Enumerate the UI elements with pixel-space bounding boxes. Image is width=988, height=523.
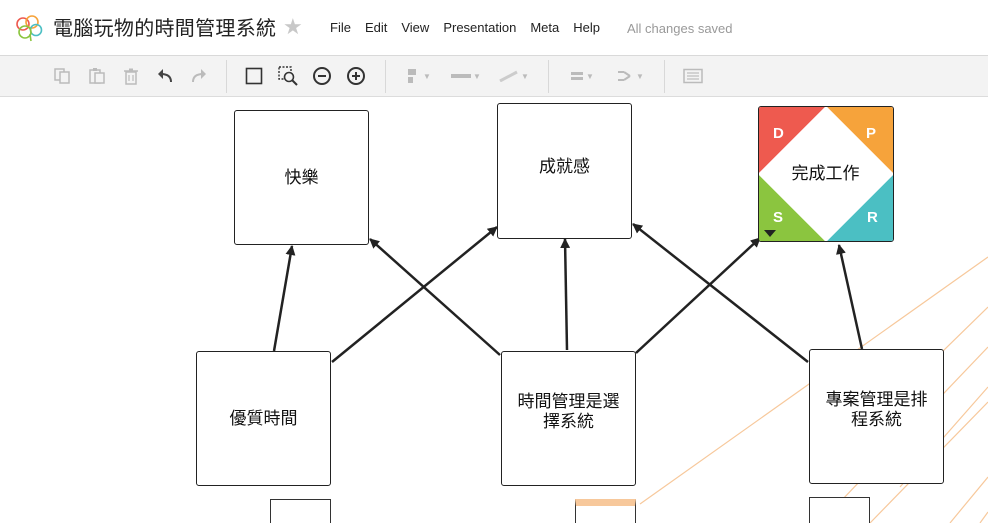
node-complete-work-label: 完成工作 [791,164,860,184]
arrow-choice-to-happiness [369,238,501,356]
layout-icon[interactable]: ▼ [612,64,648,88]
node-partial-center[interactable] [575,499,636,523]
brain-logo-icon[interactable] [14,14,44,42]
star-icon[interactable]: ★ [283,15,303,39]
toolbar: ▼ ▼ ▼ ▼ ▼ [0,56,988,97]
menu-bar: File Edit View Presentation Meta Help [330,19,614,37]
toolbar-divider [226,60,227,93]
arrow-quality-to-achievement [331,226,498,363]
arrow-quality-to-happiness [272,245,296,352]
mindmap-canvas[interactable]: 快樂 成就感 D P S R 完成工作 優質時間 時間管理是選擇系統 專案管理是… [0,97,988,523]
save-status: All changes saved [627,21,733,36]
dpsr-letter-p: P [866,125,877,142]
menu-file[interactable]: File [330,19,351,37]
toolbar-divider [385,60,386,93]
line-color-icon[interactable]: ▼ [496,64,532,88]
select-box-icon[interactable] [242,64,266,88]
menu-meta[interactable]: Meta [530,19,559,37]
node-style-icon[interactable]: ▼ [402,64,436,88]
toolbar-divider [548,60,549,93]
node-achievement[interactable]: 成就感 [497,103,632,239]
line-style-icon[interactable]: ▼ [448,64,484,88]
arrow-project-to-complete [836,244,864,350]
delete-icon[interactable] [119,64,143,88]
node-time-mgmt-choice[interactable]: 時間管理是選擇系統 [501,351,636,486]
menu-edit[interactable]: Edit [365,19,387,37]
zoom-fit-icon[interactable] [276,64,300,88]
dpsr-letter-s: S [773,209,784,226]
redo-icon[interactable] [187,64,211,88]
menu-presentation[interactable]: Presentation [443,19,516,37]
node-project-mgmt[interactable]: 專案管理是排程系統 [809,349,944,484]
node-partial-left[interactable] [270,499,331,523]
menu-view[interactable]: View [401,19,429,37]
app-window: 電腦玩物的時間管理系統 ★ File Edit View Presentatio… [0,0,988,523]
document-title[interactable]: 電腦玩物的時間管理系統 [53,14,276,42]
node-quality-time[interactable]: 優質時間 [196,351,331,486]
node-complete-work[interactable]: D P S R 完成工作 [758,106,894,242]
arrow-choice-to-complete [635,237,761,354]
toolbar-divider [664,60,665,93]
app-header: 電腦玩物的時間管理系統 ★ File Edit View Presentatio… [0,0,988,56]
menu-help[interactable]: Help [573,19,600,37]
paste-icon[interactable] [85,64,109,88]
dpsr-letter-d: D [773,125,784,142]
node-partial-right[interactable] [809,497,870,523]
zoom-out-icon[interactable] [310,64,334,88]
align-icon[interactable]: ▼ [565,64,599,88]
arrow-choice-to-achievement [560,238,571,351]
outline-view-icon[interactable] [681,64,705,88]
node-happiness[interactable]: 快樂 [234,110,369,245]
dpsr-letter-r: R [867,209,878,226]
copy-icon[interactable] [50,64,74,88]
arrow-project-to-achievement [632,223,809,363]
undo-icon[interactable] [153,64,177,88]
zoom-in-icon[interactable] [344,64,368,88]
